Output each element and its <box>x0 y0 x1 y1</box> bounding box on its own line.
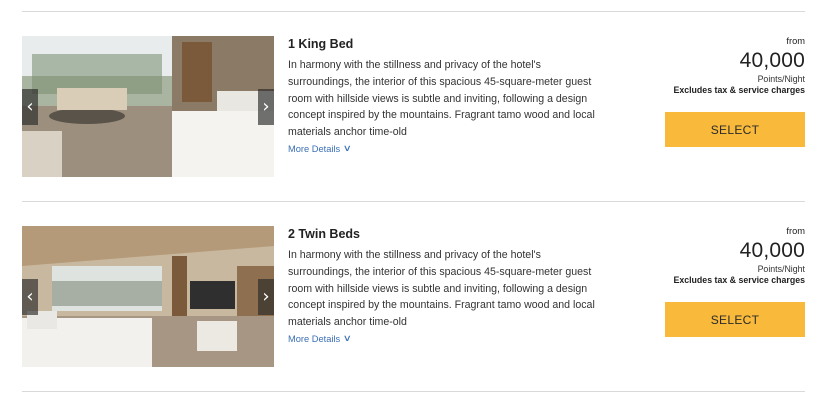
bottom-divider <box>22 391 805 392</box>
chevron-down-icon: ∨ <box>342 143 353 153</box>
points-value: 40,000 <box>739 49 805 72</box>
room-title: 2 Twin Beds <box>288 227 361 241</box>
room-photo: ‹ › <box>22 36 274 177</box>
points-unit: Points/Night <box>757 74 805 84</box>
room-title: 1 King Bed <box>288 37 354 51</box>
select-button[interactable]: SELECT <box>665 302 805 337</box>
points-value: 40,000 <box>739 239 805 262</box>
chevron-left-icon[interactable]: ‹ <box>22 89 38 125</box>
room-photo-image <box>22 226 274 367</box>
top-divider <box>22 11 805 12</box>
more-details-label: More Details <box>288 143 341 154</box>
more-details-link[interactable]: More Details ∨ <box>288 143 353 154</box>
from-label: from <box>786 226 805 236</box>
chevron-right-icon[interactable]: › <box>258 279 274 315</box>
room-photo: ‹ › <box>22 226 274 367</box>
chevron-down-icon: ∨ <box>342 333 353 343</box>
room-photo-image <box>22 36 274 177</box>
chevron-left-icon[interactable]: ‹ <box>22 279 38 315</box>
select-button[interactable]: SELECT <box>665 112 805 147</box>
price-block: from 40,000 Points/Night Excludes tax & … <box>673 36 805 95</box>
from-label: from <box>786 36 805 46</box>
room-card-king: ‹ › 1 King Bed In harmony with the still… <box>0 36 823 186</box>
points-unit: Points/Night <box>757 264 805 274</box>
room-divider <box>22 201 805 202</box>
tax-note: Excludes tax & service charges <box>673 85 805 95</box>
price-block: from 40,000 Points/Night Excludes tax & … <box>673 226 805 285</box>
room-description: In harmony with the stillness and privac… <box>288 249 595 329</box>
more-details-link[interactable]: More Details ∨ <box>288 333 353 344</box>
more-details-label: More Details <box>288 333 341 344</box>
room-description: In harmony with the stillness and privac… <box>288 59 595 139</box>
room-card-twin: ‹ › 2 Twin Beds In harmony with the stil… <box>0 226 823 376</box>
chevron-right-icon[interactable]: › <box>258 89 274 125</box>
tax-note: Excludes tax & service charges <box>673 275 805 285</box>
